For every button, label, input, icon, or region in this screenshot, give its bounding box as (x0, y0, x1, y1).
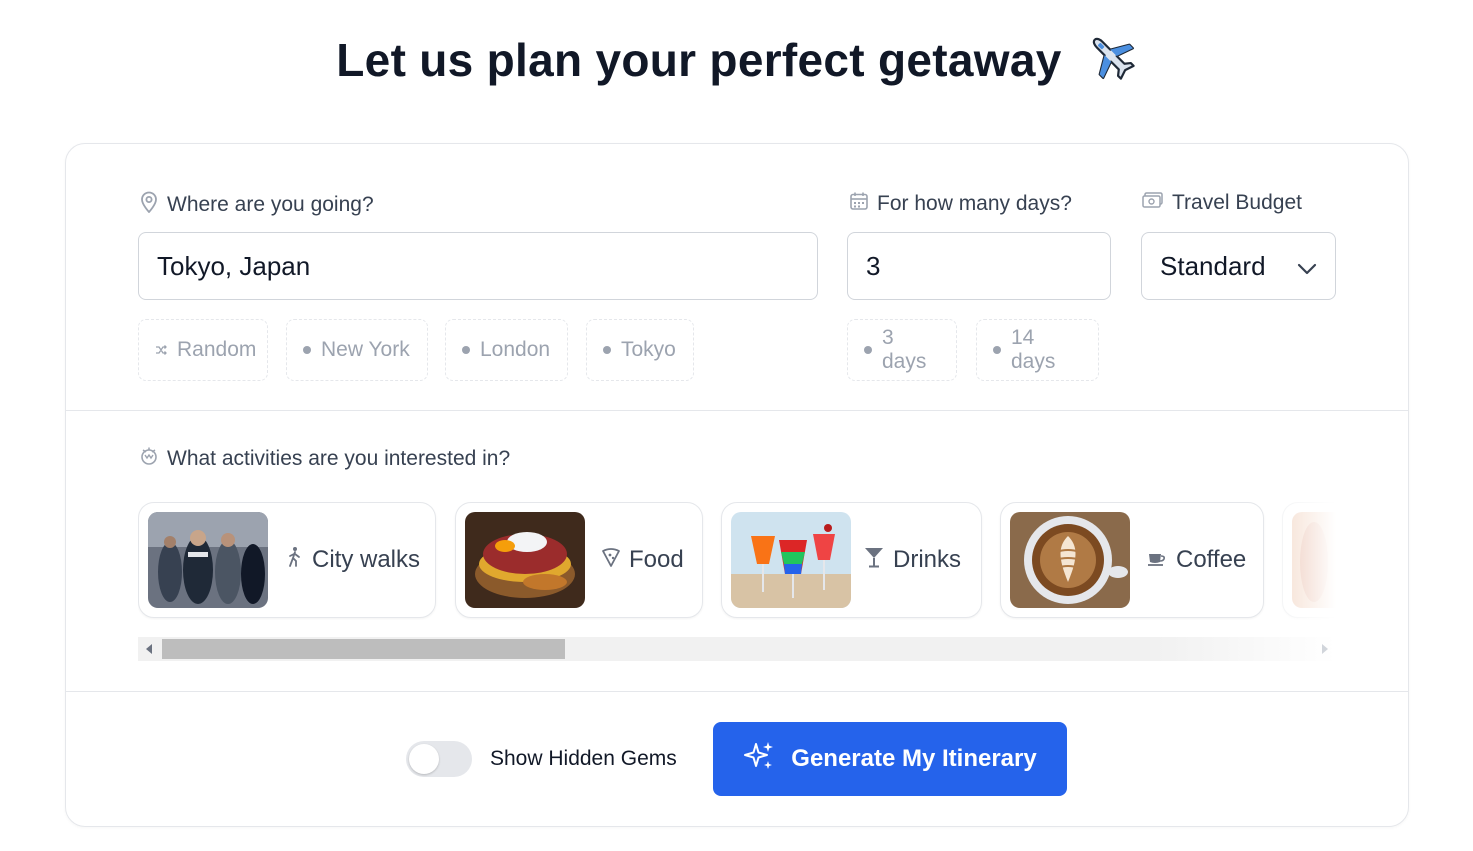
activity-card-drinks[interactable]: Drinks (721, 502, 982, 618)
coffee-photo (1010, 512, 1130, 608)
hidden-gems-label: Show Hidden Gems (490, 747, 677, 770)
destination-label: Where are you going? (139, 191, 374, 219)
walking-person-icon (284, 546, 304, 575)
suggestion-chip-random[interactable]: Random (138, 319, 268, 381)
activity-label: Coffee (1176, 546, 1247, 573)
chip-label: London (480, 338, 551, 361)
suggestion-chip-3-days[interactable]: 3 days (847, 319, 957, 381)
activity-card-city-walks[interactable]: City walks (138, 502, 436, 618)
suggestion-chip-london[interactable]: London (445, 319, 568, 381)
coffee-cup-icon (1146, 546, 1168, 574)
chip-label: 3 days (882, 326, 927, 373)
scroll-right-arrow-icon[interactable] (1322, 644, 1328, 654)
chip-label: Tokyo (621, 338, 676, 361)
suggestion-chip-new-york[interactable]: New York (286, 319, 428, 381)
chip-label: New York (321, 338, 410, 361)
budget-label-text: Travel Budget (1172, 191, 1302, 214)
activities-scrollbar[interactable] (138, 637, 1336, 661)
activity-label: Food (629, 546, 684, 573)
page-title-text: Let us plan your perfect getaway (336, 34, 1062, 86)
shuffle-icon (155, 338, 167, 362)
scroll-left-arrow-icon[interactable] (146, 644, 152, 654)
chip-label: 14 days (1011, 326, 1056, 373)
destination-value: Tokyo, Japan (157, 250, 311, 281)
days-label: For how many days? (849, 191, 1072, 217)
planner-card: Where are you going? Tokyo, Japan Random… (65, 143, 1409, 827)
activities-icon (139, 446, 159, 472)
calendar-icon (849, 191, 869, 217)
money-icon (1142, 191, 1164, 215)
days-value: 3 (866, 250, 881, 281)
carousel-fade (1276, 502, 1336, 620)
sparkles-icon (743, 740, 775, 779)
city-walks-photo (148, 512, 268, 608)
activity-label: Drinks (893, 546, 962, 573)
budget-select[interactable]: Standard (1141, 232, 1336, 300)
dot-icon (603, 346, 611, 354)
scrollbar-thumb[interactable] (162, 639, 565, 659)
dot-icon (864, 346, 872, 354)
activities-label: What activities are you interested in? (139, 446, 510, 472)
activity-card-coffee[interactable]: Coffee (1000, 502, 1264, 618)
destination-label-text: Where are you going? (167, 193, 374, 216)
suggestion-chip-14-days[interactable]: 14 days (976, 319, 1099, 381)
hidden-gems-toggle[interactable] (406, 741, 472, 777)
destination-input[interactable]: Tokyo, Japan (138, 232, 818, 300)
food-photo (465, 512, 585, 608)
pizza-icon (601, 546, 621, 574)
page-title: Let us plan your perfect getaway (0, 30, 1473, 93)
generate-label: Generate My Itinerary (791, 745, 1037, 772)
airplane-icon (1085, 30, 1137, 93)
activity-card-food[interactable]: Food (455, 502, 703, 618)
budget-label: Travel Budget (1142, 191, 1302, 215)
dot-icon (993, 346, 1001, 354)
location-pin-icon (139, 191, 159, 219)
activities-label-text: What activities are you interested in? (167, 447, 511, 470)
chevron-down-icon (1297, 251, 1317, 282)
days-label-text: For how many days? (877, 192, 1072, 215)
toggle-knob (409, 744, 439, 774)
drinks-photo (731, 512, 851, 608)
dot-icon (303, 346, 311, 354)
days-input[interactable]: 3 (847, 232, 1111, 300)
section-divider (66, 410, 1408, 411)
section-divider (66, 691, 1408, 692)
cocktail-icon (863, 545, 885, 576)
activities-carousel: City walks Food Drinks Coffee (138, 502, 1336, 620)
budget-value: Standard (1160, 250, 1266, 281)
activity-label: City walks (312, 546, 421, 573)
chip-label: Random (177, 338, 257, 361)
suggestion-chip-tokyo[interactable]: Tokyo (586, 319, 694, 381)
generate-itinerary-button[interactable]: Generate My Itinerary (713, 722, 1067, 796)
dot-icon (462, 346, 470, 354)
